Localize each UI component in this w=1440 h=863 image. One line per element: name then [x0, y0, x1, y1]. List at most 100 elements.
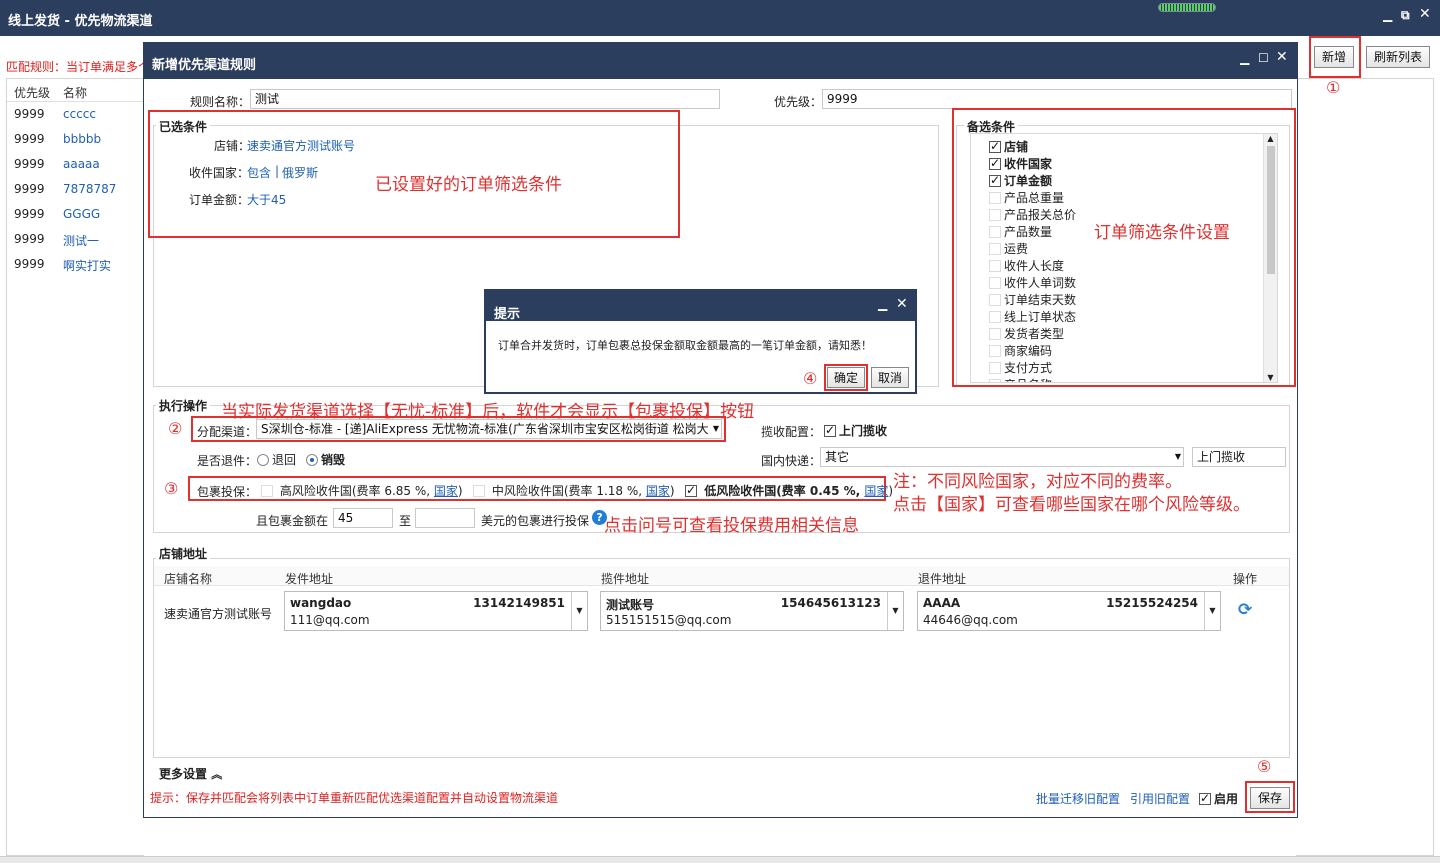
annotation-help-note: 点击问号可查看投保费用相关信息 — [604, 516, 859, 536]
list-item-name[interactable]: GGGG — [63, 207, 100, 221]
pickup-option-label: 上门揽收 — [839, 424, 888, 438]
destroy-radio[interactable] — [306, 454, 318, 466]
priority-input[interactable]: 9999 — [822, 89, 1292, 109]
pickup-checkbox[interactable] — [824, 423, 836, 437]
mid-risk-close: ) — [669, 484, 675, 498]
high-risk-country-link[interactable]: 国家 — [434, 484, 458, 498]
pickup-config-label: 揽收配置： — [761, 425, 822, 439]
list-item-priority: 9999 — [14, 232, 45, 246]
annotation-selected-note: 已设置好的订单筛选条件 — [375, 175, 562, 195]
pickup-address-select[interactable]: 测试账号 154645613123 515151515@qq.com ▼ — [600, 591, 904, 631]
return-radio[interactable] — [257, 454, 269, 466]
return-label: 是否退件： — [197, 454, 258, 468]
sender-phone: 13142149851 — [473, 596, 565, 610]
amount-from-input[interactable]: 45 — [333, 508, 393, 528]
annotation-box-ok — [824, 364, 868, 391]
annotation-box-candidates — [952, 108, 1296, 387]
list-item-priority: 9999 — [14, 182, 45, 196]
address-header-shop: 店铺名称 — [164, 572, 213, 586]
action-legend: 执行操作 — [156, 397, 211, 414]
return-chevron-down-icon: ▼ — [1204, 592, 1220, 630]
list-item-name[interactable]: bbbbb — [63, 132, 101, 146]
high-risk-option[interactable]: 高风险收件国(费率 6.85 %, 国家) — [261, 482, 463, 499]
return-option-return[interactable]: 退回 — [257, 451, 296, 468]
refresh-list-button[interactable]: 刷新列表 — [1366, 46, 1430, 68]
address-header-pickup: 揽件地址 — [601, 572, 650, 586]
dialog-minimize-icon[interactable]: ▁ — [1240, 51, 1249, 65]
bottom-strip — [0, 856, 1440, 863]
close-icon[interactable]: ✕ — [1419, 6, 1431, 22]
amount-range-suffix: 美元的包裹进行投保 — [481, 514, 590, 528]
right-panel-border — [1296, 78, 1434, 856]
list-item-priority: 9999 — [14, 107, 45, 121]
restore-icon[interactable]: ⧉ — [1401, 8, 1410, 23]
list-header-divider — [7, 101, 145, 102]
list-item-name[interactable]: 测试一 — [63, 232, 99, 249]
address-header-action: 操作 — [1233, 572, 1258, 586]
return-option-label: 退回 — [272, 453, 297, 467]
return-address-select[interactable]: AAAA 15215524254 44646@qq.com ▼ — [917, 591, 1221, 631]
prompt-message: 订单合并发货时，订单包裹总投保金额取金额最高的一笔订单金额，请知悉！ — [498, 339, 872, 352]
dialog-maximize-icon[interactable]: ☐ — [1258, 51, 1269, 65]
low-risk-checkbox[interactable] — [685, 483, 697, 497]
domestic-express-label: 国内快递： — [761, 454, 822, 468]
return-option-destroy[interactable]: 销毁 — [306, 451, 345, 468]
mid-risk-country-link[interactable]: 国家 — [646, 484, 670, 498]
list-item-priority: 9999 — [14, 257, 45, 271]
prompt-dialog: 提示 ▁ ✕ 订单合并发货时，订单包裹总投保金额取金额最高的一笔订单金额，请知悉… — [484, 289, 917, 394]
main-window-title: 线上发货 - 优先物流渠道 — [8, 14, 153, 29]
prompt-close-icon[interactable]: ✕ — [896, 296, 908, 312]
low-risk-country-link[interactable]: 国家 — [864, 484, 888, 498]
dialog-titlebar: 新增优先渠道规则 ▁ ☐ ✕ — [144, 43, 1297, 79]
annotation-box-channel — [191, 416, 726, 442]
annotation-num-3: ③ — [164, 479, 179, 498]
dialog-close-icon[interactable]: ✕ — [1276, 49, 1288, 65]
rule-name-input[interactable]: 测试 — [250, 89, 720, 109]
sender-address-select[interactable]: wangdao 13142149851 111@qq.com ▼ — [284, 591, 588, 631]
list-item-name[interactable]: ccccc — [63, 107, 96, 121]
sender-chevron-down-icon: ▼ — [571, 592, 587, 630]
list-item-name[interactable]: aaaaa — [63, 157, 100, 171]
destroy-option-label: 销毁 — [321, 453, 346, 467]
enable-checkbox[interactable] — [1199, 791, 1211, 805]
rule-name-label: 规则名称： — [190, 95, 251, 109]
chevron-up-icon: ︽ — [211, 768, 223, 781]
enable-option[interactable]: 启用 — [1199, 790, 1238, 807]
prompt-minimize-icon[interactable]: ▁ — [878, 297, 887, 311]
annotation-candidate-note: 订单筛选条件设置 — [1094, 223, 1230, 243]
address-header-sender: 发件地址 — [285, 572, 334, 586]
more-settings[interactable]: 更多设置 ︽ — [159, 765, 222, 782]
more-settings-label: 更多设置 — [159, 767, 208, 781]
minimize-icon[interactable]: ▁ — [1383, 8, 1392, 22]
address-header-return: 退件地址 — [918, 572, 967, 586]
rule-dialog: 新增优先渠道规则 ▁ ☐ ✕ 规则名称： 测试 优先级： 9999 已选条件 店… — [143, 42, 1298, 818]
refresh-address-icon[interactable]: ⟳ — [1238, 600, 1252, 620]
amount-range-prefix: 且包裹金额在 — [256, 514, 329, 528]
prompt-cancel-button[interactable]: 取消 — [871, 367, 909, 388]
domestic-express-select[interactable]: 其它 ▼ — [820, 447, 1184, 467]
mid-risk-checkbox[interactable] — [473, 485, 485, 497]
high-risk-checkbox[interactable] — [261, 485, 273, 497]
domestic-express-value: 其它 — [825, 450, 850, 464]
pickup-email: 515151515@qq.com — [606, 613, 732, 627]
mid-risk-option[interactable]: 中风险收件国(费率 1.18 %, 国家) — [473, 482, 675, 499]
list-item-priority: 9999 — [14, 157, 45, 171]
pickup-name: 测试账号 — [606, 598, 655, 612]
priority-label: 优先级： — [774, 95, 823, 109]
order-list-panel: 优先级 名称 9999 ccccc 9999 bbbbb 9999 aaaaa 9999 78… — [6, 78, 145, 856]
list-item-name[interactable]: 7878787 — [63, 182, 116, 196]
list-item-name[interactable]: 啊实打实 — [63, 257, 111, 274]
amount-to-input[interactable] — [415, 508, 475, 528]
high-risk-label: 高风险收件国(费率 6.85 %, — [279, 484, 431, 498]
low-risk-option[interactable]: 低风险收件国(费率 0.45 %, 国家) — [685, 482, 893, 499]
batch-migrate-link[interactable]: 批量迁移旧配置 — [1036, 790, 1120, 807]
address-legend: 店铺地址 — [156, 545, 211, 562]
prompt-title: 提示 — [494, 307, 521, 322]
pickup-config-option[interactable]: 上门揽收 — [824, 422, 887, 439]
annotation-risk-note-1: 注：不同风险国家，对应不同的费率。 — [893, 472, 1182, 492]
pickup-phone: 154645613123 — [780, 596, 881, 610]
return-phone: 15215524254 — [1106, 596, 1198, 610]
amount-to-label: 至 — [399, 514, 412, 528]
domestic-pickup-input[interactable]: 上门揽收 — [1192, 447, 1286, 467]
use-old-config-link[interactable]: 引用旧配置 — [1130, 790, 1190, 807]
